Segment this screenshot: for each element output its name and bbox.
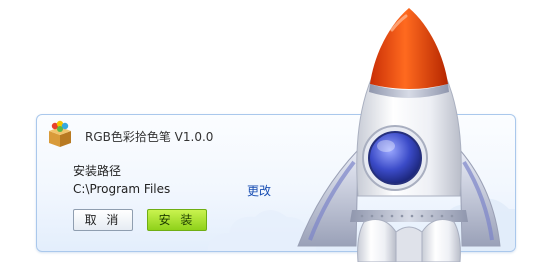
app-box-icon	[49, 120, 71, 147]
change-path-link[interactable]: 更改	[247, 182, 271, 199]
install-path-value: C:\Program Files	[73, 182, 171, 196]
rocket-illustration	[297, 8, 501, 262]
dialog-title: RGB色彩拾色笔 V1.0.0	[85, 130, 214, 144]
install-button[interactable]: 安 装	[147, 209, 207, 231]
install-path-label: 安装路径	[73, 164, 122, 178]
cancel-button[interactable]: 取 消	[73, 209, 133, 231]
